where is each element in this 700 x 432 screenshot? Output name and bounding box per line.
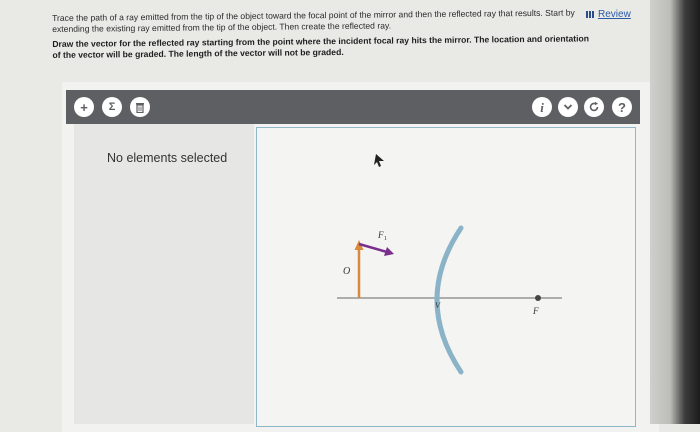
instructions: Trace the path of a ray emitted from the… (52, 7, 652, 60)
trash-icon (136, 102, 144, 113)
focal-label-left: F (377, 230, 384, 240)
selection-status: No elements selected (107, 151, 228, 165)
drawing-canvas[interactable]: O F 1 V F (256, 127, 636, 427)
vertex-label: V (435, 301, 441, 310)
object-label: O (343, 266, 350, 277)
focal-label-left-sub: 1 (384, 236, 387, 242)
reset-button[interactable] (584, 97, 604, 117)
info-button[interactable]: i (532, 97, 552, 117)
properties-sidebar (74, 124, 254, 424)
focal-point-marker (535, 295, 541, 301)
sum-button[interactable]: Σ (102, 97, 122, 117)
check-button[interactable] (558, 97, 578, 117)
info-icon: i (540, 99, 544, 115)
plus-icon: + (80, 99, 88, 115)
incident-ray-vector (358, 242, 388, 254)
screen-bezel (650, 0, 700, 424)
reset-icon (589, 101, 599, 112)
chevron-down-icon (563, 104, 573, 110)
sigma-icon: Σ (108, 100, 116, 113)
mirror (434, 225, 464, 375)
ray-diagram: O F 1 V F (337, 154, 562, 375)
add-button[interactable]: + (74, 97, 94, 117)
help-icon: ? (618, 99, 626, 115)
toolbar: + Σ i ? (66, 90, 640, 124)
help-button[interactable]: ? (612, 97, 632, 117)
delete-button[interactable] (130, 97, 150, 117)
cursor-arrow-icon (374, 154, 384, 167)
focal-label-right: F (532, 306, 539, 316)
